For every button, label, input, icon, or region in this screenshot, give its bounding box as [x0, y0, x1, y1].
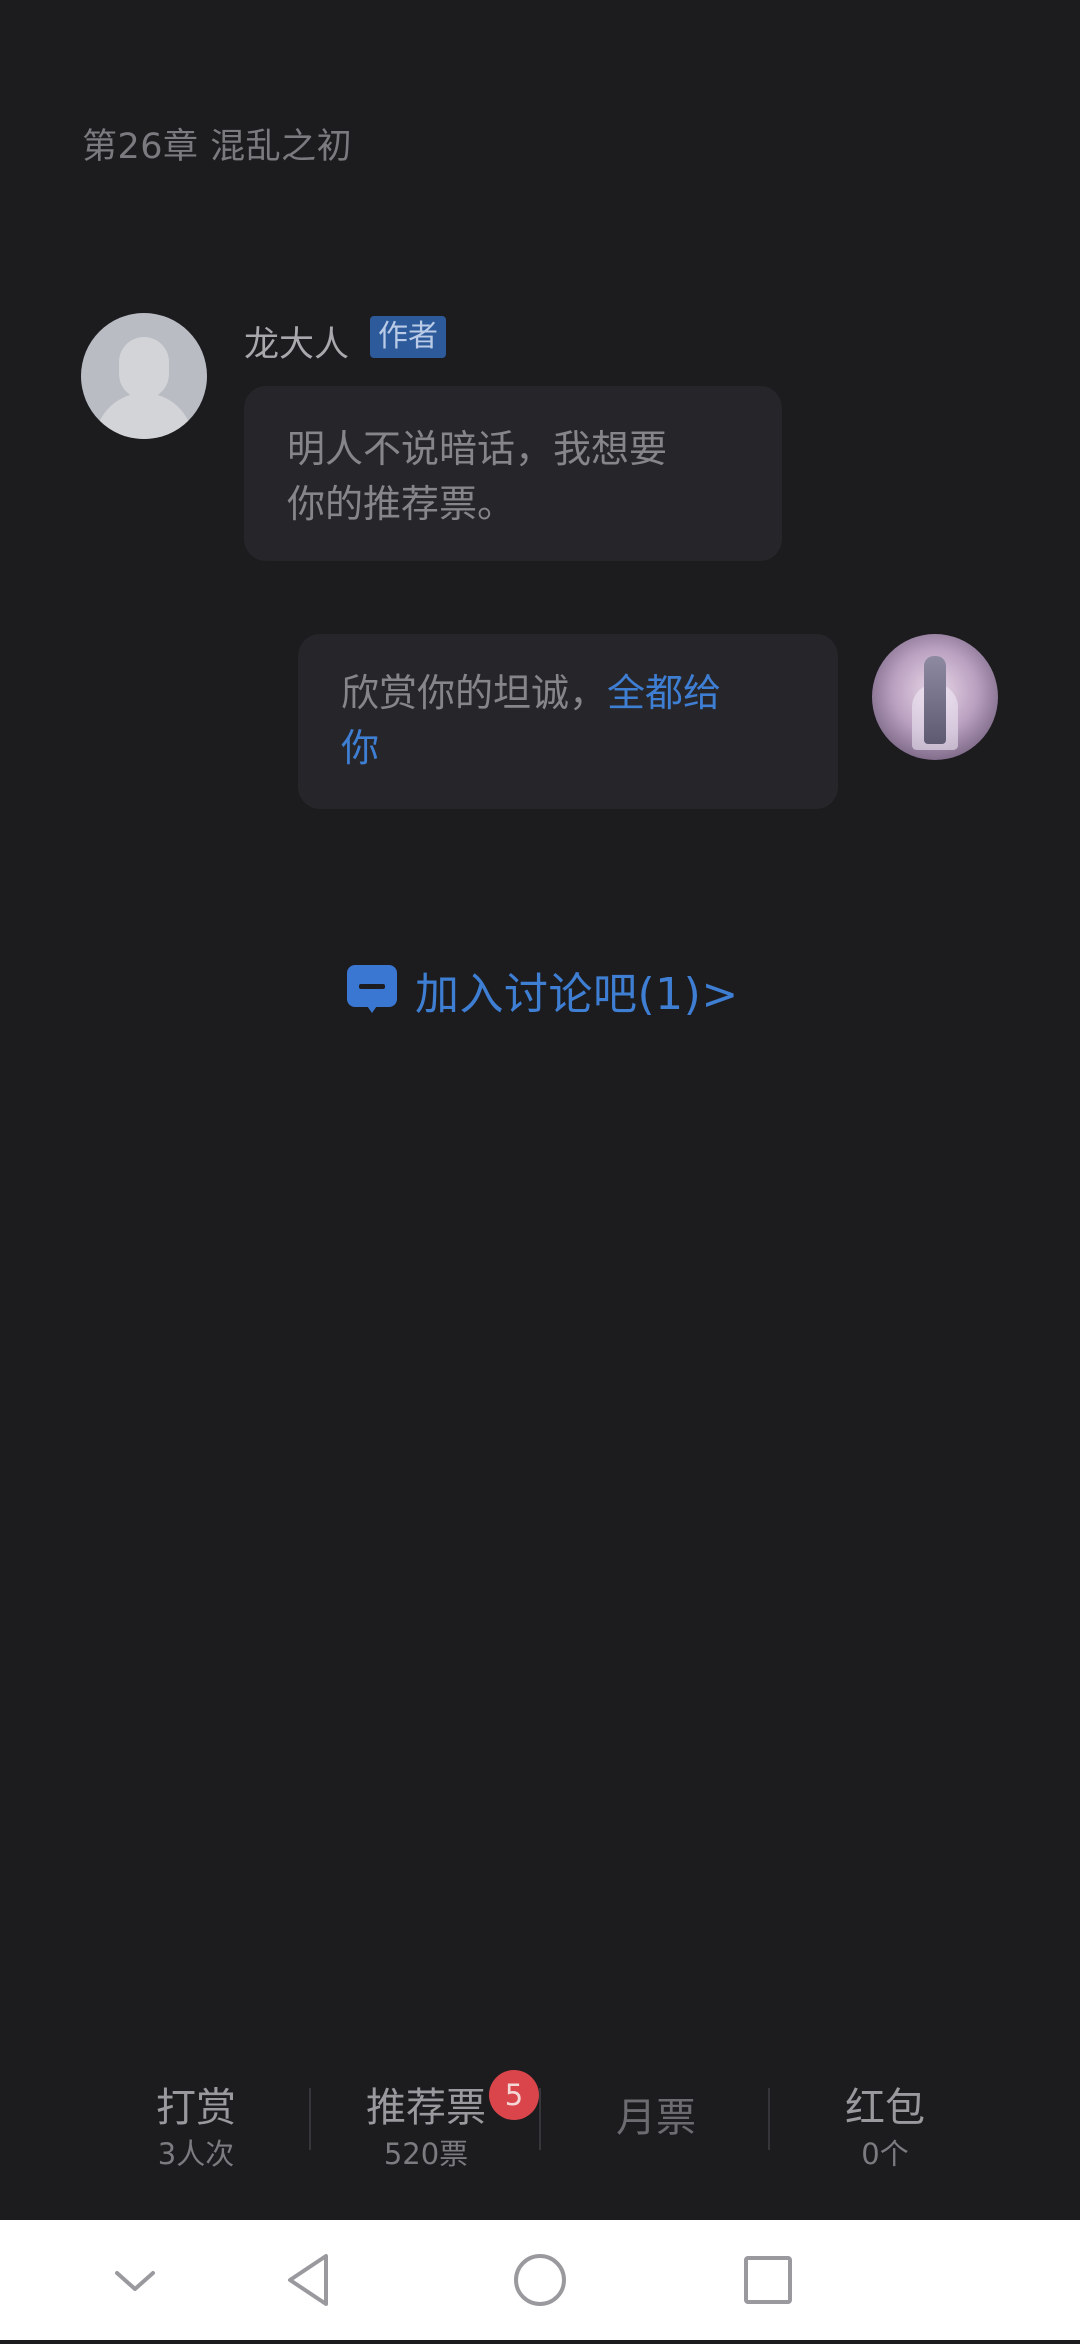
recommend-count: 520票: [383, 2137, 469, 2171]
reader-reply-highlight-cont: 你: [341, 726, 380, 770]
reward-button[interactable]: 打赏 3人次: [81, 2080, 311, 2172]
author-message-bubble: 明人不说暗话，我想要 你的推荐票。: [244, 386, 782, 561]
avatar-placeholder-icon: [119, 337, 169, 399]
reward-label: 打赏: [156, 2085, 236, 2131]
red-packet-label: 红包: [845, 2085, 925, 2131]
comment-icon: [347, 965, 397, 1015]
red-packet-count: 0个: [861, 2137, 909, 2171]
monthly-ticket-button[interactable]: 月票: [541, 2080, 771, 2156]
support-action-bar: 打赏 3人次 推荐票 520票 5 月票 红包 0个: [0, 2070, 1080, 2220]
chapter-title: 第26章 混乱之初: [82, 127, 353, 167]
reader-reply-highlight: 全都给: [607, 671, 722, 715]
reward-count: 3人次: [157, 2137, 235, 2171]
system-navigation-bar: [0, 2220, 1080, 2340]
red-packet-button[interactable]: 红包 0个: [770, 2080, 1000, 2172]
reader-reply-bubble[interactable]: 欣赏你的坦诚，全都给 你: [298, 634, 838, 809]
reader-avatar[interactable]: [872, 634, 998, 760]
back-triangle-icon[interactable]: [250, 2220, 370, 2340]
monthly-label: 月票: [616, 2095, 696, 2141]
author-message-line1: 明人不说暗话，我想要: [287, 427, 668, 471]
author-badge: 作者: [370, 316, 446, 358]
author-avatar[interactable]: [81, 313, 207, 439]
recommend-ticket-badge: 5: [489, 2070, 539, 2120]
join-discussion-link[interactable]: 加入讨论吧(1)>: [347, 958, 739, 1022]
chevron-down-icon[interactable]: [75, 2220, 195, 2340]
home-circle-icon[interactable]: [480, 2220, 600, 2340]
author-message-line2: 你的推荐票。: [287, 482, 516, 526]
author-name[interactable]: 龙大人: [244, 316, 349, 367]
recents-square-icon[interactable]: [708, 2220, 828, 2340]
join-discussion-label: 加入讨论吧(1)>: [415, 969, 739, 1020]
reader-reply-text: 欣赏你的坦诚，: [341, 671, 608, 715]
